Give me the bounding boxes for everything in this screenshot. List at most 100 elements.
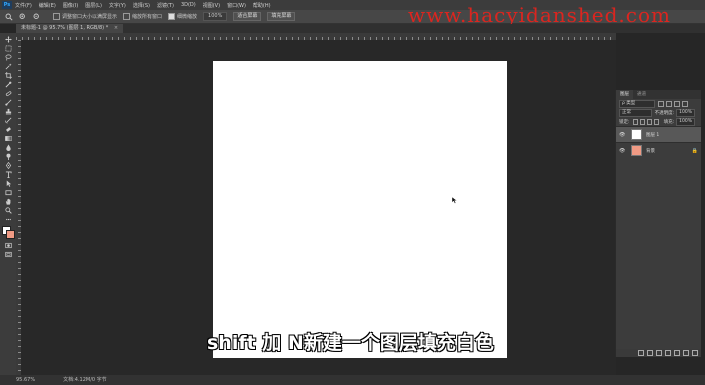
opacity-field[interactable]: 100% xyxy=(676,108,695,117)
clone-stamp-tool-icon[interactable] xyxy=(3,107,13,116)
add-mask-icon[interactable] xyxy=(656,350,662,356)
filter-type-icon[interactable] xyxy=(674,100,680,107)
link-layers-icon[interactable] xyxy=(638,350,644,356)
marquee-tool-icon[interactable] xyxy=(3,44,13,53)
menu-edit[interactable]: 编辑(E) xyxy=(39,2,56,9)
menu-select[interactable]: 选择(S) xyxy=(133,2,150,9)
photoshop-logo-icon: Ps xyxy=(2,1,12,9)
layer-filter-select[interactable]: ρ 类型 xyxy=(619,99,655,108)
fill-screen-button[interactable]: 填充屏幕 xyxy=(267,12,296,21)
blend-mode-select[interactable]: 正常 xyxy=(619,108,652,117)
checkbox-icon xyxy=(123,13,131,20)
new-group-icon[interactable] xyxy=(674,350,680,356)
zoom-all-checkbox[interactable]: 缩放所有窗口 xyxy=(123,13,162,20)
menu-window[interactable]: 窗口(W) xyxy=(227,2,246,9)
status-bar: 95.67% 文档:4.12M/0 字节 xyxy=(0,375,705,385)
eraser-tool-icon[interactable] xyxy=(3,125,13,134)
filter-adjustment-icon[interactable] xyxy=(666,100,672,107)
zoom-tool-icon[interactable] xyxy=(3,206,13,215)
menu-image[interactable]: 图像(I) xyxy=(63,2,78,9)
menu-file[interactable]: 文件(F) xyxy=(15,2,32,9)
zoom-tool-icon[interactable] xyxy=(5,13,13,21)
document-tab-title: 未标题-1 @ 95.7% (图层 1, RGB/8) * xyxy=(21,25,109,31)
lasso-tool-icon[interactable] xyxy=(3,53,13,62)
history-brush-tool-icon[interactable] xyxy=(3,116,13,125)
video-subtitle: shift 加 N新建一个图层填充白色 xyxy=(207,332,494,354)
path-selection-tool-icon[interactable] xyxy=(3,179,13,188)
adjustment-layer-icon[interactable] xyxy=(665,350,671,356)
magic-wand-tool-icon[interactable] xyxy=(3,62,13,71)
resize-windows-checkbox[interactable]: 调整窗口大小以满屏显示 xyxy=(53,13,117,20)
scrubby-zoom-label: 细微缩放 xyxy=(177,14,198,20)
layer-filter-row: ρ 类型 xyxy=(616,99,701,108)
scrubby-zoom-checkbox[interactable]: 细微缩放 xyxy=(168,13,197,20)
lock-position-icon[interactable] xyxy=(646,118,652,125)
menu-3d[interactable]: 3D(D) xyxy=(181,2,196,8)
rectangle-tool-icon[interactable] xyxy=(3,188,13,197)
lock-all-icon[interactable] xyxy=(653,118,659,125)
document-canvas[interactable] xyxy=(213,61,507,358)
document-info: 文档:4.12M/0 字节 xyxy=(63,377,107,383)
panel-tabs: 图层 通道 xyxy=(616,90,701,99)
visibility-eye-icon[interactable]: 👁 xyxy=(619,132,627,138)
lock-label: 锁定: xyxy=(619,119,630,125)
lock-image-icon[interactable] xyxy=(639,118,645,125)
lock-row: 锁定: 填充: 100% xyxy=(616,117,701,126)
filter-pixel-icon[interactable] xyxy=(658,100,664,107)
document-tab[interactable]: 未标题-1 @ 95.7% (图层 1, RGB/8) * × xyxy=(16,24,124,33)
eyedropper-tool-icon[interactable] xyxy=(3,80,13,89)
layer-thumbnail xyxy=(631,129,642,140)
color-swatches[interactable] xyxy=(2,226,15,239)
menu-help[interactable]: 帮助(H) xyxy=(253,2,271,9)
brush-tool-icon[interactable] xyxy=(3,98,13,107)
delete-layer-icon[interactable] xyxy=(692,350,698,356)
layer-thumbnail xyxy=(631,145,642,156)
opacity-label: 不透明度: xyxy=(654,110,675,116)
visibility-eye-icon[interactable]: 👁 xyxy=(619,148,627,154)
hand-tool-icon[interactable] xyxy=(3,197,13,206)
fill-label: 填充: xyxy=(663,119,675,125)
tab-layers[interactable]: 图层 xyxy=(616,90,633,99)
layers-panel: 图层 通道 ρ 类型 正常 不透明度: 100% 锁定: 填充: 100% 👁 … xyxy=(615,90,701,357)
resize-windows-label: 调整窗口大小以满屏显示 xyxy=(62,14,118,20)
layer-name: 背景 xyxy=(646,148,655,154)
layer-name: 图层 1 xyxy=(646,132,660,138)
fit-screen-button[interactable]: 适合屏幕 xyxy=(233,12,262,21)
gradient-tool-icon[interactable] xyxy=(3,134,13,143)
zoom-in-icon[interactable] xyxy=(19,13,27,21)
type-tool-icon[interactable] xyxy=(3,170,13,179)
zoom-all-label: 缩放所有窗口 xyxy=(132,14,163,20)
quick-mask-icon[interactable] xyxy=(3,241,13,250)
blur-tool-icon[interactable] xyxy=(3,143,13,152)
layer-row-background[interactable]: 👁 背景 🔒 xyxy=(616,142,701,158)
filter-shape-icon[interactable] xyxy=(682,100,688,107)
tools-panel xyxy=(0,33,16,377)
tab-channels[interactable]: 通道 xyxy=(633,90,650,99)
menu-filter[interactable]: 滤镜(T) xyxy=(157,2,174,9)
screen-mode-icon[interactable] xyxy=(3,250,13,259)
lock-transparent-icon[interactable] xyxy=(632,118,638,125)
checkbox-icon xyxy=(53,13,60,20)
menu-view[interactable]: 视图(V) xyxy=(203,2,220,9)
crop-tool-icon[interactable] xyxy=(3,71,13,80)
layer-row-layer1[interactable]: 👁 图层 1 xyxy=(616,126,701,142)
fill-field[interactable]: 100% xyxy=(676,117,695,126)
more-tools-icon[interactable] xyxy=(3,215,13,224)
layers-panel-footer xyxy=(616,349,701,357)
zoom-out-icon[interactable] xyxy=(33,13,41,21)
healing-brush-tool-icon[interactable] xyxy=(3,89,13,98)
zoom-value-field[interactable]: 100% xyxy=(203,12,228,21)
dodge-tool-icon[interactable] xyxy=(3,152,13,161)
menu-type[interactable]: 文字(Y) xyxy=(109,2,126,9)
new-layer-icon[interactable] xyxy=(683,350,689,356)
menu-layer[interactable]: 图层(L) xyxy=(85,2,102,9)
zoom-status[interactable]: 95.67% xyxy=(16,375,35,385)
horizontal-ruler[interactable] xyxy=(16,33,616,40)
move-tool-icon[interactable] xyxy=(3,35,13,44)
background-color-swatch[interactable] xyxy=(6,230,15,239)
layer-style-icon[interactable] xyxy=(647,350,653,356)
move-cursor-icon xyxy=(451,189,459,204)
close-icon[interactable]: × xyxy=(114,25,118,31)
document-tab-bar: 未标题-1 @ 95.7% (图层 1, RGB/8) * × xyxy=(16,24,705,33)
pen-tool-icon[interactable] xyxy=(3,161,13,170)
